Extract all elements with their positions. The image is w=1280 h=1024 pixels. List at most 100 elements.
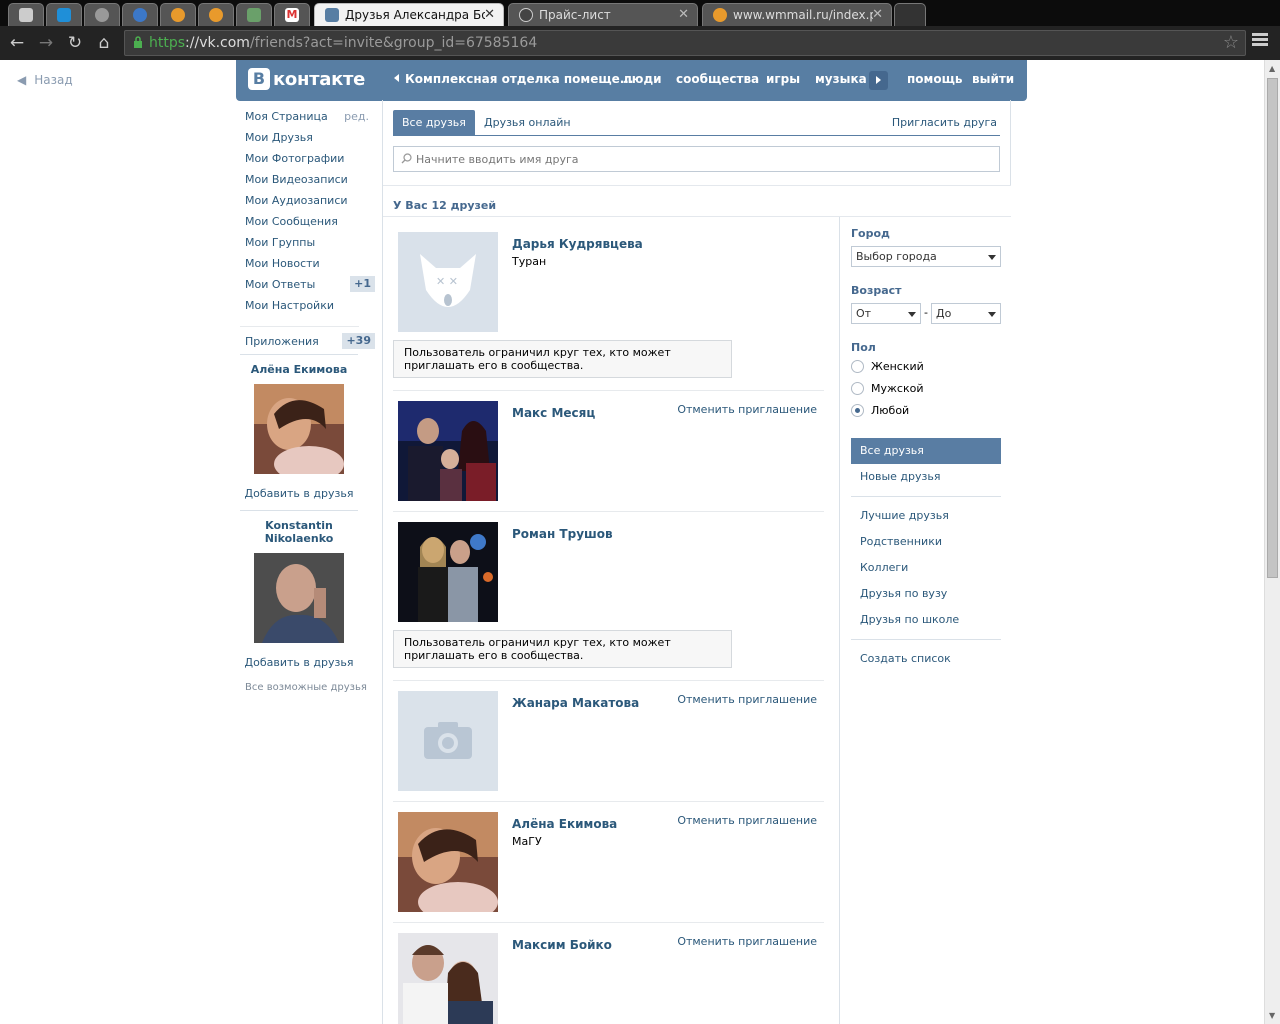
menu-my-messages[interactable]: Мои Сообщения [245,215,375,236]
cancel-invite-link[interactable]: Отменить приглашение [677,693,817,706]
list-new-friends[interactable]: Новые друзья [851,464,1001,490]
logo-letter: В [248,68,270,90]
tab-image[interactable] [236,3,272,26]
nav-help[interactable]: помощь [907,72,962,86]
nav-communities[interactable]: сообщества [676,72,759,86]
suggestion-avatar[interactable] [254,553,344,643]
friend-name[interactable]: Алёна Екимова [512,817,617,831]
forward-arrow-icon[interactable]: → [35,32,57,54]
menu-label: Мои Фотографии [245,152,345,165]
deactivated-avatar[interactable]: ✕ ✕ [398,232,498,332]
nav-left-arrow-icon[interactable] [394,74,399,82]
friend-avatar[interactable] [398,522,498,622]
nav-group[interactable]: Комплексная отделка помеще... [405,72,633,86]
menu-my-photos[interactable]: Мои Фотографии [245,152,375,173]
search-placeholder: Начните вводить имя друга [416,153,579,166]
tab-blank[interactable] [8,3,44,26]
friend-row: Макс Месяц Отменить приглашение [398,401,823,501]
edit-link[interactable]: ред. [344,110,369,124]
nav-games[interactable]: игры [766,72,800,86]
age-to-select[interactable]: До [931,303,1001,324]
list-school-friends[interactable]: Друзья по школе [851,607,1001,633]
city-select[interactable]: Выбор города [851,246,1001,267]
browser-menu-icon[interactable] [1252,33,1268,49]
list-all-friends[interactable]: Все друзья [851,438,1001,464]
reload-icon[interactable]: ↻ [64,32,86,54]
back-link[interactable]: ◀ Назад [17,73,73,87]
tab-price-list[interactable]: Прайс-лист ✕ [508,3,698,26]
friend-name[interactable]: Дарья Кудрявцева [512,237,643,251]
create-list-link[interactable]: Создать список [851,646,1001,672]
list-relatives[interactable]: Родственники [851,529,1001,555]
nav-right-arrow-icon[interactable] [869,71,888,90]
menu-my-settings[interactable]: Мои Настройки [245,299,375,320]
tab-wmmail[interactable]: www.wmmail.ru/index.ph ✕ [702,3,892,26]
menu-my-videos[interactable]: Мои Видеозаписи [245,173,375,194]
bookmark-star-icon[interactable]: ☆ [1223,32,1239,53]
vk-logo[interactable]: Вконтакте [248,68,365,93]
camera-placeholder-avatar[interactable] [398,691,498,791]
close-tab-icon[interactable]: ✕ [872,7,883,22]
scrollbar-thumb[interactable] [1267,78,1278,578]
scroll-up-icon[interactable]: ▲ [1269,64,1275,73]
tab-web[interactable] [122,3,158,26]
page-scrollbar[interactable]: ▲ ▼ [1264,60,1280,1024]
tab-orange[interactable] [160,3,196,26]
cancel-invite-link[interactable]: Отменить приглашение [677,935,817,948]
cancel-invite-link[interactable]: Отменить приглашение [677,403,817,416]
suggestion-name[interactable]: Алёна Екимова [240,363,358,376]
close-tab-icon[interactable]: ✕ [678,7,689,22]
chevron-down-icon [988,255,996,260]
menu-my-news[interactable]: Мои Новости [245,257,375,278]
list-divider [851,639,1001,640]
nav-people[interactable]: люди [623,72,662,86]
new-tab-button[interactable] [894,3,926,26]
back-arrow-icon[interactable]: ← [6,32,28,54]
menu-my-friends[interactable]: Мои Друзья [245,131,375,152]
radio-label: Мужской [871,382,924,395]
tab-site[interactable] [84,3,120,26]
add-friend-link[interactable]: Добавить в друзья [240,656,358,669]
friend-name[interactable]: Жанара Макатова [512,696,639,710]
menu-my-answers[interactable]: Мои Ответы +1 [245,276,375,299]
age-from-value: От [856,307,872,320]
friend-search-input[interactable]: Начните вводить имя друга [393,146,1000,172]
home-icon[interactable]: ⌂ [93,32,115,54]
friend-row: ✕ ✕ Дарья Кудрявцева Туран [398,232,823,332]
friend-avatar[interactable] [398,401,498,501]
age-from-select[interactable]: От [851,303,921,324]
list-university-friends[interactable]: Друзья по вузу [851,581,1001,607]
menu-apps[interactable]: Приложения +39 [245,333,375,356]
tab-all-friends[interactable]: Все друзья [393,110,475,136]
nav-logout[interactable]: выйти [972,72,1014,86]
tab-orange-2[interactable] [198,3,234,26]
list-best-friends[interactable]: Лучшие друзья [851,503,1001,529]
add-friend-link[interactable]: Добавить в друзья [240,487,358,500]
cancel-invite-link[interactable]: Отменить приглашение [677,814,817,827]
radio-circle-selected [851,404,864,417]
friend-row: Алёна Екимова МаГУ Отменить приглашение [398,812,823,912]
close-tab-icon[interactable]: ✕ [484,7,495,22]
left-menu: Моя Страница ред. Мои Друзья Мои Фотограф… [240,110,375,356]
nav-music[interactable]: музыка [815,72,867,86]
friend-name[interactable]: Роман Трушов [512,527,613,541]
friend-name[interactable]: Максим Бойко [512,938,612,952]
menu-my-page[interactable]: Моя Страница ред. [245,110,375,131]
friend-name[interactable]: Макс Месяц [512,406,595,420]
scroll-down-icon[interactable]: ▼ [1269,1011,1275,1020]
invite-friend-link[interactable]: Пригласить друга [892,116,997,129]
all-possible-friends-link[interactable]: Все возможные друзья [245,682,367,693]
suggestion-avatar[interactable] [254,384,344,482]
friend-avatar[interactable] [398,812,498,912]
suggestion-name[interactable]: Konstantin Nikolaenko [240,519,358,545]
tab-active-friends[interactable]: Друзья Александра Бойк ✕ [314,3,504,26]
tab-gmail[interactable]: M [274,3,310,26]
menu-my-groups[interactable]: Мои Группы [245,236,375,257]
friend-avatar[interactable] [398,933,498,1024]
tab-friends-online[interactable]: Друзья онлайн [475,110,580,136]
menu-my-audio[interactable]: Мои Аудиозаписи [245,194,375,215]
tab-mail[interactable] [46,3,82,26]
list-colleagues[interactable]: Коллеги [851,555,1001,581]
globe-icon [95,8,109,22]
address-bar[interactable]: https://vk.com/friends?act=invite&group_… [124,30,1246,56]
